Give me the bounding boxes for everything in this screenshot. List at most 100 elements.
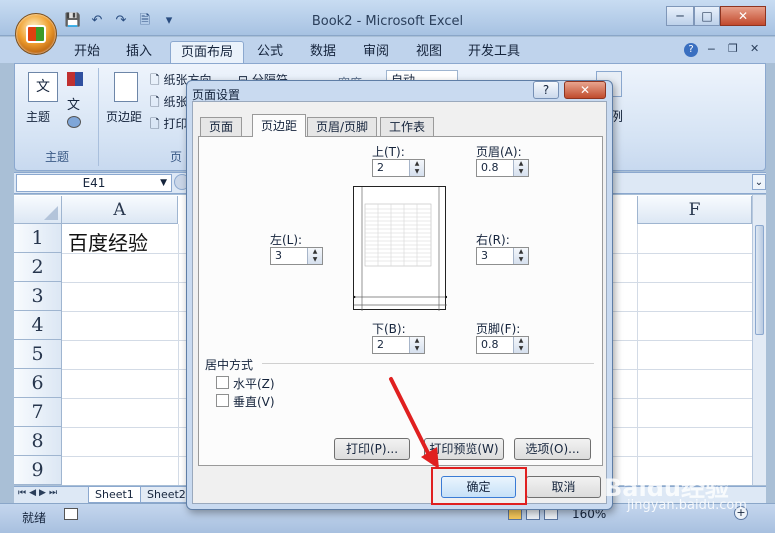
close-button[interactable]: ✕ — [720, 6, 766, 26]
margins-icon[interactable] — [114, 72, 138, 102]
tab-formulas[interactable]: 公式 — [247, 41, 293, 63]
left-margin-input[interactable]: 3 ▲ ▼ — [270, 247, 323, 265]
tab-margins[interactable]: 页边距 — [252, 114, 307, 137]
tab-page-layout[interactable]: 页面布局 — [170, 41, 245, 63]
row-header-5[interactable]: 5 — [14, 340, 62, 369]
help-icon[interactable]: ? — [684, 43, 698, 57]
print-area-button[interactable]: 🗋 打印 — [150, 115, 187, 136]
tab-home[interactable]: 开始 — [64, 41, 110, 63]
macro-record-icon[interactable] — [64, 508, 78, 520]
page-preview — [351, 186, 450, 311]
chevron-down-icon[interactable]: ▼ — [160, 175, 167, 191]
row-header-2[interactable]: 2 — [14, 253, 62, 282]
name-box[interactable]: E41 ▼ — [16, 174, 172, 192]
ribbon-restore-icon[interactable]: ❐ — [728, 42, 738, 55]
header-margin-value: 0.8 — [481, 161, 499, 174]
vertical-label: 垂直(V) — [233, 395, 275, 409]
column-header-f[interactable]: F — [637, 196, 752, 224]
tab-developer[interactable]: 开发工具 — [458, 41, 530, 63]
dialog-close-button[interactable]: ✕ — [564, 81, 606, 99]
tab-insert[interactable]: 插入 — [116, 41, 162, 63]
maximize-button[interactable]: □ — [694, 6, 720, 26]
row-header-7[interactable]: 7 — [14, 398, 62, 427]
top-margin-input[interactable]: 2 ▲ ▼ — [372, 159, 425, 177]
row-header-8[interactable]: 8 — [14, 427, 62, 456]
header-margin-input[interactable]: 0.8 ▲ ▼ — [476, 159, 529, 177]
themes-icon[interactable]: 文 — [28, 72, 58, 102]
dialog-help-button[interactable]: ? — [533, 81, 559, 99]
column-header-a[interactable]: A — [62, 196, 178, 224]
bottom-margin-label: 下(B): — [372, 322, 406, 336]
grid-line — [178, 224, 179, 485]
left-margin-value: 3 — [275, 249, 282, 262]
theme-colors-icon[interactable] — [67, 72, 83, 86]
tab-data[interactable]: 数据 — [300, 41, 346, 63]
vertical-scrollbar[interactable] — [752, 195, 766, 485]
header-margin-label: 页眉(A): — [476, 145, 522, 159]
size-button[interactable]: 🗋 纸张 — [150, 93, 187, 114]
red-arrow-icon — [389, 377, 439, 469]
sheet-tab-1[interactable]: Sheet1 — [88, 487, 141, 503]
top-margin-value: 2 — [377, 161, 384, 174]
center-on-page-label: 居中方式 — [205, 358, 254, 372]
office-button[interactable] — [15, 13, 57, 55]
spinner-icon[interactable]: ▲ ▼ — [307, 248, 322, 264]
spinner-icon[interactable]: ▲ ▼ — [513, 337, 528, 353]
row-header-1[interactable]: 1 — [14, 224, 62, 253]
ribbon-minimize-icon[interactable]: ─ — [708, 43, 715, 56]
scroll-thumb[interactable] — [755, 225, 764, 335]
print-area-label: 打印 — [163, 117, 188, 131]
size-label: 纸张 — [163, 95, 188, 109]
cell-a1[interactable]: 百度经验 — [68, 227, 148, 256]
name-box-value: E41 — [82, 176, 106, 190]
spinner-icon[interactable]: ▲ ▼ — [513, 248, 528, 264]
horizontal-checkbox[interactable] — [216, 376, 229, 389]
bottom-margin-value: 2 — [377, 338, 384, 351]
footer-margin-value: 0.8 — [481, 338, 499, 351]
cancel-button[interactable]: 取消 — [526, 476, 601, 498]
footer-margin-label: 页脚(F): — [476, 322, 521, 336]
spinner-icon[interactable]: ▲ ▼ — [409, 160, 424, 176]
window-title: Book2 - Microsoft Excel — [311, 14, 464, 29]
right-margin-label: 右(R): — [476, 233, 510, 247]
spinner-icon[interactable]: ▲ ▼ — [513, 160, 528, 176]
tab-page[interactable]: 页面 — [200, 117, 243, 136]
horizontal-label: 水平(Z) — [233, 377, 275, 391]
right-margin-value: 3 — [481, 249, 488, 262]
expand-formula-bar-icon[interactable]: ⌄ — [752, 174, 766, 190]
page-preview-graphic — [351, 187, 450, 311]
theme-fonts-icon[interactable]: 文 — [67, 94, 80, 113]
group-divider — [262, 363, 594, 364]
tab-header-footer[interactable]: 页眉/页脚 — [307, 117, 378, 136]
spinner-icon[interactable]: ▲ ▼ — [409, 337, 424, 353]
right-margin-input[interactable]: 3 ▲ ▼ — [476, 247, 529, 265]
grid-line — [637, 224, 638, 485]
top-margin-label: 上(T): — [372, 145, 405, 159]
tab-review[interactable]: 审阅 — [353, 41, 399, 63]
sheet-tab-2[interactable]: Sheet2 — [140, 487, 193, 503]
minimize-button[interactable]: ─ — [666, 6, 694, 26]
office-logo-icon — [26, 25, 46, 43]
left-margin-label: 左(L): — [270, 233, 303, 247]
bottom-margin-input[interactable]: 2 ▲ ▼ — [372, 336, 425, 354]
page-setup-group-label: 页 — [170, 150, 183, 164]
theme-effects-icon[interactable] — [67, 116, 81, 128]
themes-button[interactable]: 主题 — [26, 108, 50, 125]
select-all-corner[interactable] — [14, 196, 62, 224]
vertical-checkbox[interactable] — [216, 394, 229, 407]
row-header-9[interactable]: 9 — [14, 456, 62, 485]
ribbon-close-icon[interactable]: ✕ — [750, 42, 759, 55]
row-header-4[interactable]: 4 — [14, 311, 62, 340]
status-ready: 就绪 — [22, 511, 47, 525]
row-header-3[interactable]: 3 — [14, 282, 62, 311]
themes-group-label: 主题 — [44, 150, 69, 164]
margins-button[interactable]: 页边距 — [106, 108, 142, 125]
sheet-nav-icons[interactable]: ⏮◀▶⏭ — [18, 488, 60, 498]
watermark-url: jingyan.baidu.com — [627, 498, 747, 513]
group-divider — [98, 68, 99, 166]
footer-margin-input[interactable]: 0.8 ▲ ▼ — [476, 336, 529, 354]
options-button[interactable]: 选项(O)... — [514, 438, 591, 460]
row-header-6[interactable]: 6 — [14, 369, 62, 398]
tab-sheet[interactable]: 工作表 — [380, 117, 435, 136]
tab-view[interactable]: 视图 — [406, 41, 452, 63]
